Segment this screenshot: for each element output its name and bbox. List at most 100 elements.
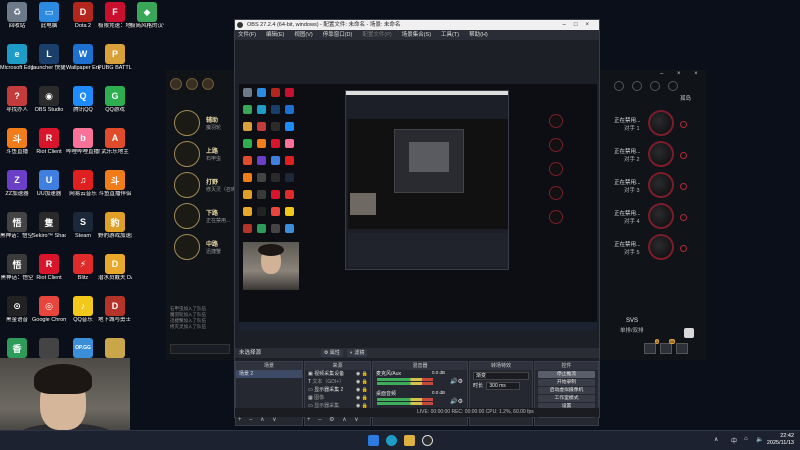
- menu-scene-collection[interactable]: 场景集合(S): [402, 30, 431, 40]
- clock-time: 22:42: [780, 433, 794, 439]
- obs-taskbar-icon[interactable]: [422, 435, 433, 446]
- desktop-icon[interactable]: A 武乐乐地主: [98, 126, 132, 168]
- start-virtual-camera-button[interactable]: 启动虚拟摄像机: [538, 387, 595, 394]
- desktop-icon[interactable]: 斗斗鱼直播: [0, 126, 34, 168]
- desktop-icon[interactable]: WWallpaper Engine: ...: [66, 42, 100, 84]
- desktop-icon[interactable]: ⚡ Blitz: [66, 252, 100, 294]
- network-icon[interactable]: ⌂: [744, 436, 748, 442]
- volume-icon[interactable]: 🔈: [756, 436, 763, 443]
- ime-indicator[interactable]: 中: [731, 436, 737, 445]
- settings-icon[interactable]: [614, 81, 624, 91]
- menu-view[interactable]: 视图(V): [294, 30, 312, 40]
- desktop-icon[interactable]: 隻Sekiro™ Shadow...: [32, 210, 66, 252]
- chat-icon[interactable]: [650, 81, 660, 91]
- chat-bubble-icon[interactable]: 3: [644, 339, 659, 354]
- desktop-icon[interactable]: ◆极简风格的汉化程序: [130, 0, 164, 42]
- desktop-icon-label: ZZ加速器: [5, 191, 29, 197]
- lock-icon[interactable]: [684, 328, 694, 338]
- menu-tools[interactable]: 工具(T): [441, 30, 459, 40]
- desktop-icon[interactable]: F极限竞速：地平线 5: [98, 0, 132, 42]
- transition-select[interactable]: 渐变: [473, 372, 529, 380]
- desktop-icon[interactable]: ♻ 回收站: [0, 0, 34, 42]
- desktop-icon[interactable]: ♫ 网易云音乐: [66, 168, 100, 210]
- desktop-icon[interactable]: e Microsoft Edge: [0, 42, 34, 84]
- source-item[interactable]: T 文本（GDI+） ◉ 🔒: [305, 378, 370, 386]
- filters-button[interactable]: ◐ 滤镜: [347, 349, 368, 357]
- desktop-icon[interactable]: Q 腾讯QQ: [66, 84, 100, 126]
- desktop-icon[interactable]: R Riot Client: [32, 252, 66, 294]
- app-icon: ◉: [39, 86, 59, 106]
- menu-profile[interactable]: 配置文件(P): [362, 30, 391, 40]
- duration-input[interactable]: 300 ms: [486, 382, 521, 390]
- desktop-icon[interactable]: ◎Google Chrome: [32, 294, 66, 336]
- scene-controls[interactable]: + – ∧ ∨: [238, 416, 280, 423]
- friends-icon[interactable]: [632, 81, 642, 91]
- client-bottom-icons: 3 99: [644, 339, 688, 354]
- desktop-icon[interactable]: S Steam: [66, 210, 100, 252]
- preview-app-icon: [257, 105, 266, 114]
- download-icon[interactable]: [676, 343, 688, 354]
- role-sub: 魔羽轮: [206, 125, 222, 131]
- desktop-icon[interactable]: ◉ OBS Studio: [32, 84, 66, 126]
- desktop-icon-label: 网易云音乐: [69, 191, 97, 197]
- desktop-icon[interactable]: 豹野豹游戏加速器: [98, 210, 132, 252]
- desktop-icon[interactable]: PPUBG BATTLEGR...: [98, 42, 132, 84]
- source-item[interactable]: ▭ 显示器采集 2 ◉ 🔒: [305, 386, 370, 394]
- file-explorer-icon[interactable]: [404, 435, 415, 446]
- desktop-icon[interactable]: D潜水员戴夫 DAVE T...: [98, 252, 132, 294]
- menu-file[interactable]: 文件(F): [238, 30, 256, 40]
- desktop-icon[interactable]: 悟黑神话：悟空: [0, 252, 34, 294]
- clipboard-icon[interactable]: 99: [660, 339, 675, 354]
- speaker-icon[interactable]: 🔊⚙: [450, 398, 463, 405]
- start-recording-button[interactable]: 开始录制: [538, 379, 595, 386]
- champion-icon[interactable]: [170, 78, 182, 90]
- menu-docks[interactable]: 停靠窗口(D): [323, 30, 353, 40]
- desktop-icon[interactable]: G QQ游戏: [98, 84, 132, 126]
- scene-item[interactable]: 场景 2: [236, 370, 302, 378]
- stop-streaming-button[interactable]: 停止推流: [538, 371, 595, 378]
- chevron-up-icon[interactable]: ∧: [714, 436, 718, 443]
- desktop-icon[interactable]: ♪ QQ音乐: [66, 294, 100, 336]
- desktop-icon[interactable]: 斗斗鱼直播伴侣: [98, 168, 132, 210]
- champion-icon[interactable]: [186, 78, 198, 90]
- obs-preview[interactable]: [239, 84, 597, 330]
- desktop-icon[interactable]: Z ZZ加速器: [0, 168, 34, 210]
- source-item[interactable]: ▦ 图像 ◉ 🔒: [305, 394, 370, 402]
- opponent-portrait: [648, 172, 674, 198]
- source-item[interactable]: ▣ 视频采集设备 ◉ 🔒: [305, 370, 370, 378]
- desktop-icon[interactable]: Llauncher 快捷方式: [32, 42, 66, 84]
- clock[interactable]: 22:42 2025/11/13: [767, 433, 794, 447]
- obs-title: OBS 27.2.4 (64-bit, windows) - 配置文件: 未命名…: [247, 22, 401, 28]
- app-icon: 斗: [7, 128, 27, 148]
- app-icon: D: [105, 296, 125, 316]
- speaker-icon[interactable]: 🔊⚙: [450, 378, 463, 385]
- desktop-icon[interactable]: ⊙ 黑金语音: [0, 294, 34, 336]
- edge-icon[interactable]: [386, 435, 397, 446]
- desktop-icon-label: QQ游戏: [105, 107, 125, 113]
- desktop-icon[interactable]: D Dota 2: [66, 0, 100, 42]
- start-icon[interactable]: [368, 435, 379, 446]
- desktop-icon[interactable]: D地下城与勇士：创新世纪: [98, 294, 132, 336]
- menu-help[interactable]: 帮助(H): [469, 30, 488, 40]
- desktop-icon[interactable]: b哔哩哔哩直播姬: [66, 126, 100, 168]
- desktop-icon[interactable]: ▭ 此电脑: [32, 0, 66, 42]
- champion-icon[interactable]: [202, 78, 214, 90]
- opponent-name: 对手 3: [624, 188, 640, 194]
- transitions-header: 转场特效: [470, 362, 532, 370]
- app-icon: R: [39, 128, 59, 148]
- preview-app-icon: [285, 173, 294, 182]
- properties-button[interactable]: ⚙ 属性: [321, 349, 343, 357]
- studio-mode-button[interactable]: 工作室模式: [538, 395, 595, 402]
- desktop-icon[interactable]: R Riot Client: [32, 126, 66, 168]
- source-controls[interactable]: + – ⚙ ∧ ∨: [307, 416, 362, 423]
- menu-edit[interactable]: 编辑(E): [266, 30, 284, 40]
- desktop-icon[interactable]: U UU加速器: [32, 168, 66, 210]
- opponent-slot: 正在禁用... 对手 4: [596, 201, 696, 235]
- desktop-icon[interactable]: 悟黑神话：悟空 性能测试工具: [0, 210, 34, 252]
- profile-icon[interactable]: [668, 81, 678, 91]
- window-controls[interactable]: –□×: [563, 20, 597, 30]
- chat-input[interactable]: [170, 344, 230, 354]
- desktop-icon[interactable]: ? 寻找办人: [0, 84, 34, 126]
- app-icon: A: [105, 128, 125, 148]
- client-window-controls[interactable]: – × ×: [660, 71, 704, 77]
